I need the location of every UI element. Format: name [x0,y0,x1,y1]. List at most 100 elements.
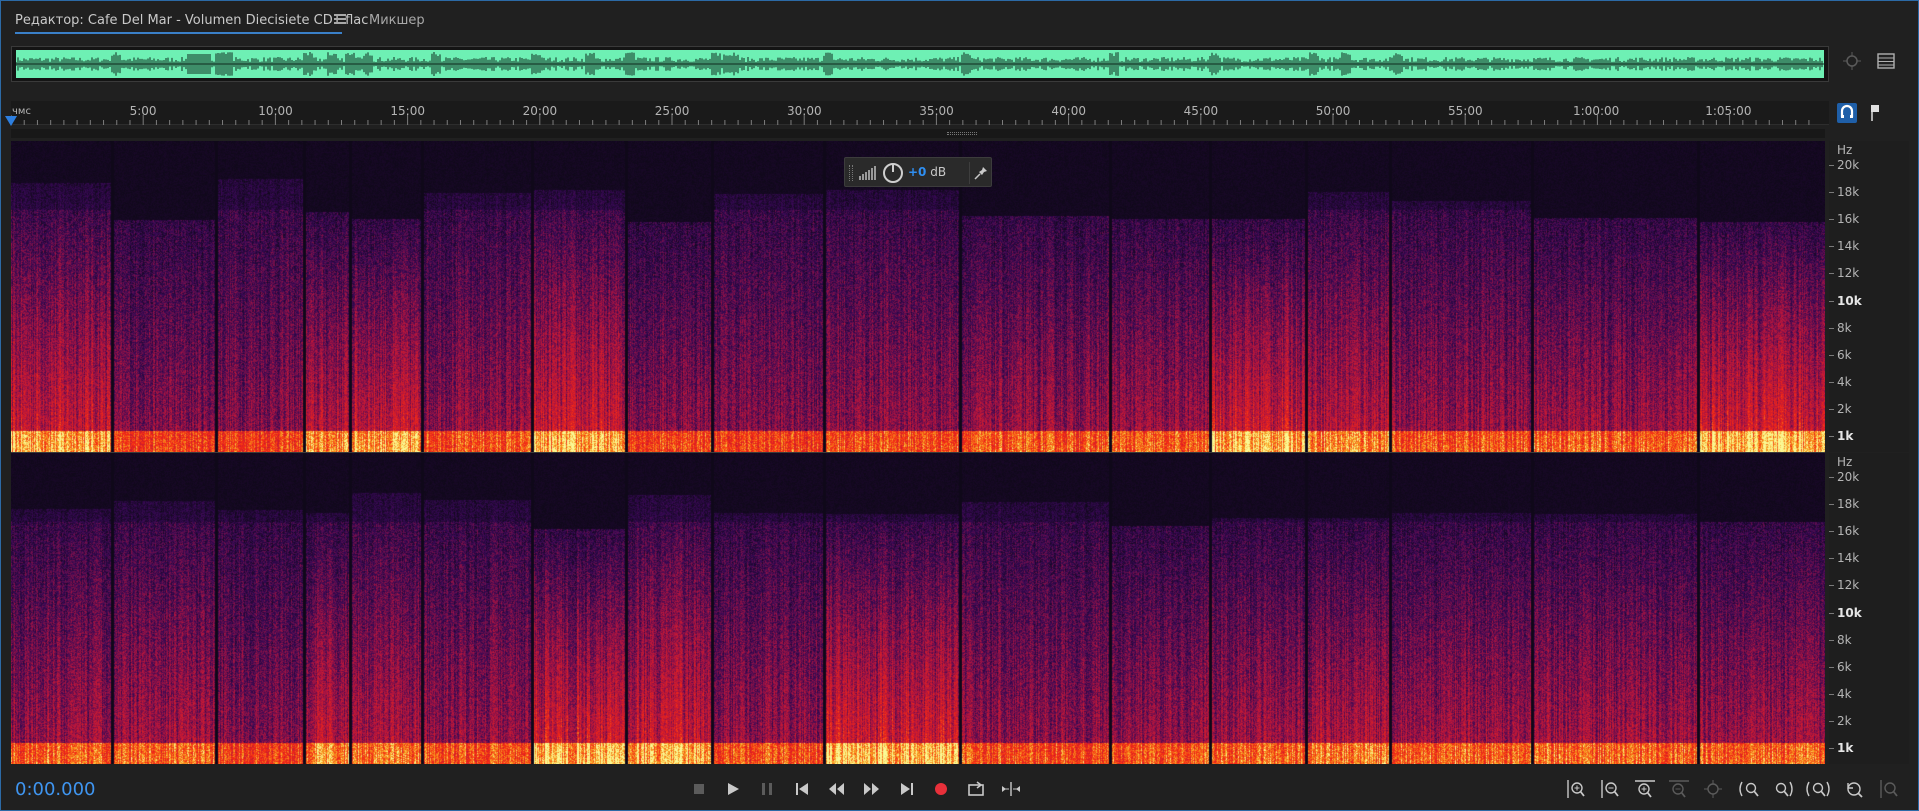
skip-selection-icon[interactable] [997,775,1025,803]
tab-mixer-label: Микшер [369,13,425,28]
overview-waveform-graphic [16,50,1824,78]
hz-tick [1829,639,1834,641]
time-ruler[interactable]: чмс 5:00 10:00 15:00 20:00 25:00 30:00 35:00 40… [11,101,1829,125]
ruler-tick-label: 1:00:00 [1573,104,1620,118]
zoom-in-time-icon[interactable] [1631,775,1659,803]
hz-label: 12k [1837,578,1860,593]
hz-tick [1829,666,1834,668]
tab-editor[interactable]: Редактор: Cafe Del Mar - Volumen Diecisi… [15,13,369,34]
frequency-scale-left[interactable]: Hz 20k 18k 16k 14k 12k 10k 8k 6k 4k 2k 1k [1829,141,1909,452]
hz-unit-label: Hz [1837,455,1853,469]
frequency-scale-right[interactable]: Hz 20k 18k 16k 14k 12k 10k 8k 6k 4k 2k 1k [1829,453,1909,764]
hz-tick [1829,246,1834,248]
current-time-display[interactable]: 0:00.000 [15,779,96,800]
gain-readout[interactable]: +0 dB [908,165,946,179]
editor-window: Редактор: Cafe Del Mar - Volumen Diecisi… [0,0,1919,811]
tab-mixer[interactable]: Микшер [369,13,425,28]
hz-label: 14k [1837,239,1860,254]
spectral-display-left [11,141,1825,452]
zoom-selection-icon[interactable] [1804,775,1832,803]
spectral-channel-left[interactable] [11,141,1825,452]
hz-tick [1829,612,1834,614]
hz-label: 20k [1837,158,1860,172]
vertical-zoom-strip[interactable] [11,129,1825,138]
hz-tick [1829,219,1834,221]
spectral-display-right [11,453,1825,764]
skip-to-end-icon[interactable] [893,775,921,803]
loop-icon[interactable] [962,775,990,803]
gain-value: +0 [908,165,927,179]
hz-label: 8k [1837,632,1852,647]
spectral-channel-right[interactable] [11,453,1825,764]
hz-label: 12k [1837,266,1860,281]
marker-pin-icon[interactable] [1863,101,1887,125]
hz-tick [1829,165,1834,166]
pin-icon[interactable] [974,166,988,180]
ruler-tick-label: 20:00 [522,104,558,118]
hz-label: 1k [1837,741,1854,755]
skip-to-start-icon[interactable] [788,775,816,803]
hz-label: 18k [1837,185,1860,200]
hz-label: 6k [1837,347,1852,362]
hz-label: 10k [1837,293,1862,308]
snap-icon[interactable] [1835,101,1859,125]
zoom-reset-icon[interactable] [1840,775,1868,803]
gain-unit: dB [930,165,947,179]
zoom-extra-icon[interactable] [1875,775,1903,803]
rewind-icon[interactable] [823,775,851,803]
ruler-tick-label: 50:00 [1315,104,1351,118]
hz-tick [1829,408,1834,410]
hz-tick [1829,273,1834,275]
hz-label: 10k [1837,605,1862,620]
transport-bar: 0:00.000 [1,769,1919,811]
zoom-in-point-icon[interactable] [1735,775,1763,803]
ruler-tick-label: 10:00 [258,104,293,118]
hz-tick [1829,504,1834,506]
hz-tick [1829,585,1834,587]
hz-tick [1829,327,1834,329]
hz-tick [1829,720,1834,722]
zoom-out-amplitude-icon[interactable] [1596,775,1624,803]
gain-knob-icon[interactable] [882,162,904,184]
ruler-tick-label: 1:05:00 [1705,104,1752,118]
hz-label: 1k [1837,429,1854,443]
zoom-in-amplitude-icon[interactable] [1562,775,1590,803]
hz-label: 18k [1837,497,1860,512]
hz-tick [1829,354,1834,356]
pause-icon[interactable] [753,775,781,803]
ruler-tick-label: 5:00 [129,104,157,118]
zoom-to-selection-icon[interactable] [1839,51,1865,77]
stop-icon[interactable] [685,775,713,803]
record-icon[interactable] [927,775,955,803]
hz-tick [1829,381,1834,383]
hz-tick [1829,748,1834,749]
hz-label: 14k [1837,551,1860,566]
playhead-marker[interactable] [5,116,17,126]
active-tab-indicator [15,32,343,34]
ruler-tick-label: 15:00 [390,104,425,118]
hz-tick [1829,300,1834,302]
tab-bar: Редактор: Cafe Del Mar - Volumen Diecisi… [7,7,1907,35]
play-icon[interactable] [719,775,747,803]
zoom-out-point-icon[interactable] [1769,775,1797,803]
fast-forward-icon[interactable] [857,775,885,803]
panel-menu-icon[interactable] [1873,51,1899,77]
hz-label: 6k [1837,659,1852,674]
ruler-tick-label: 35:00 [919,104,954,118]
tab-editor-label: Редактор: Cafe Del Mar - Volumen Diecisi… [15,13,369,28]
hz-label: 2k [1837,401,1852,416]
zoom-out-time-icon[interactable] [1665,775,1693,803]
hud-grip-handle[interactable] [849,165,853,181]
zoom-full-icon[interactable] [1699,775,1727,803]
ruler-tick-label: 55:00 [1448,104,1483,118]
hz-tick [1829,436,1834,437]
tab-menu-icon[interactable] [333,12,347,26]
hz-label: 4k [1837,374,1852,389]
ruler-tick-label: 45:00 [1183,104,1219,118]
hz-tick [1829,531,1834,533]
gain-hud[interactable]: +0 dB [844,157,992,187]
ruler-tick-label: 30:00 [787,104,822,118]
hz-label: 4k [1837,686,1852,701]
ruler-tick-label: 40:00 [1051,104,1086,118]
overview-waveform[interactable] [11,46,1829,82]
